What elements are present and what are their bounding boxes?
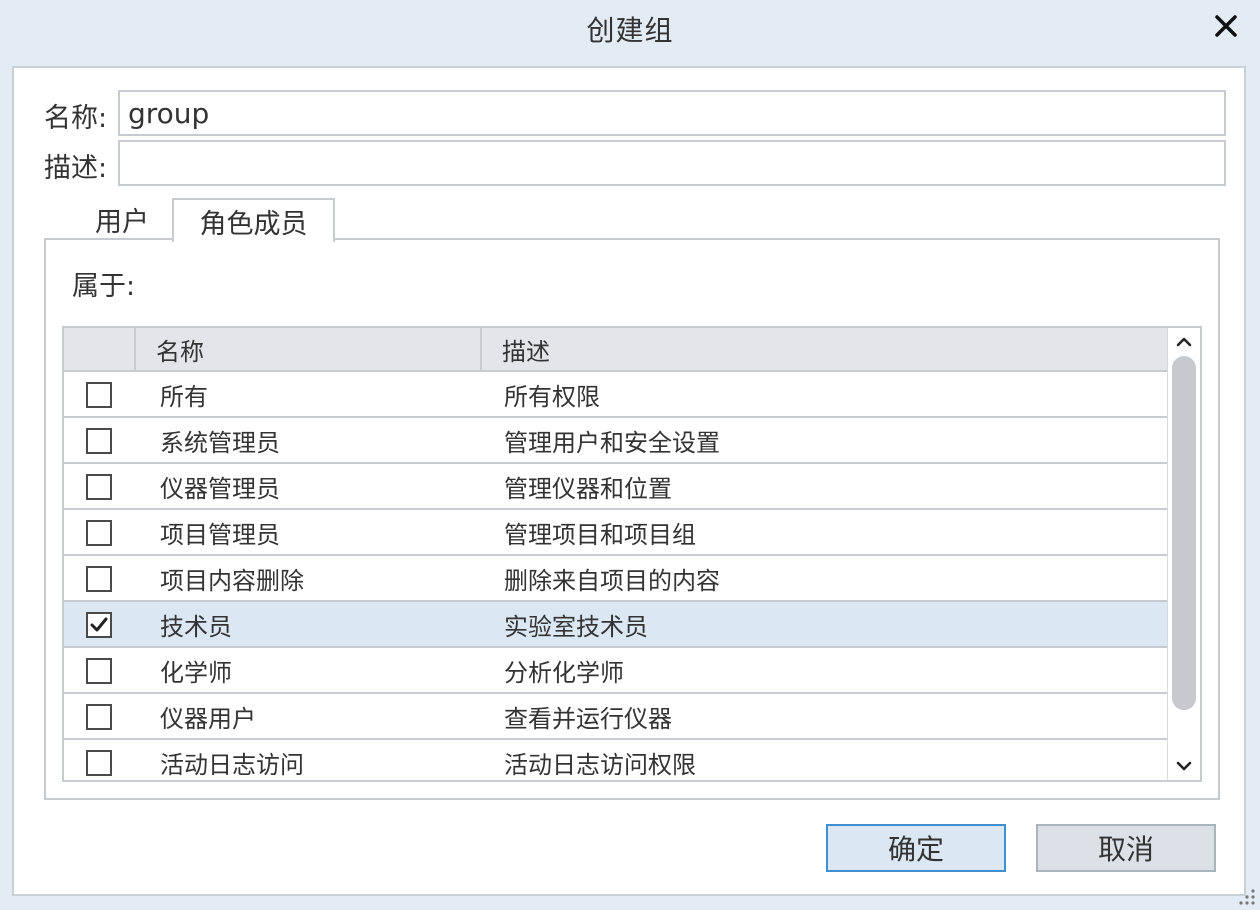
dialog-title: 创建组 bbox=[586, 14, 674, 47]
description-label: 描述: bbox=[44, 153, 108, 184]
role-description-cell: 活动日志访问权限 bbox=[504, 750, 696, 779]
close-button[interactable] bbox=[1210, 10, 1242, 42]
scroll-up-button[interactable] bbox=[1168, 328, 1200, 356]
scrollbar-thumb[interactable] bbox=[1172, 356, 1196, 710]
name-label: 名称: bbox=[44, 103, 108, 134]
role-members-panel: 属于: 名称 描述 所有 所有权限系统管理员 管理用户和安全设置仪器管理员 管理仪器和… bbox=[44, 238, 1220, 800]
name-input[interactable] bbox=[118, 90, 1226, 136]
table-row[interactable]: 项目内容删除 删除来自项目的内容 bbox=[64, 556, 1170, 602]
dialog-titlebar: 创建组 bbox=[0, 0, 1260, 58]
table-body: 所有 所有权限系统管理员 管理用户和安全设置仪器管理员 管理仪器和位置项目管理员 管理项… bbox=[64, 372, 1170, 780]
chevron-down-icon bbox=[1176, 761, 1192, 771]
cancel-button[interactable]: 取消 bbox=[1036, 824, 1216, 872]
role-description-cell: 管理用户和安全设置 bbox=[504, 428, 720, 457]
belongs-to-label: 属于: bbox=[72, 271, 136, 302]
role-description-cell: 所有权限 bbox=[504, 382, 600, 411]
close-icon bbox=[1215, 15, 1237, 37]
role-description-cell: 删除来自项目的内容 bbox=[504, 566, 720, 595]
role-name-cell: 所有 bbox=[160, 382, 208, 411]
role-name-cell: 活动日志访问 bbox=[160, 750, 304, 779]
dialog-body: 名称: 描述: 用户 角色成员 属于: 名称 描述 所有 所有权限系统管理员 管理用… bbox=[12, 66, 1246, 896]
role-name-cell: 项目内容删除 bbox=[160, 566, 304, 595]
table-row[interactable]: 项目管理员 管理项目和项目组 bbox=[64, 510, 1170, 556]
row-checkbox[interactable] bbox=[86, 474, 112, 500]
vertical-scrollbar[interactable] bbox=[1167, 328, 1200, 780]
table-row[interactable]: 化学师 分析化学师 bbox=[64, 648, 1170, 694]
row-checkbox[interactable] bbox=[86, 382, 112, 408]
table-header: 名称 描述 bbox=[64, 328, 1170, 372]
scroll-down-button[interactable] bbox=[1168, 752, 1200, 780]
create-group-dialog: 创建组 名称: 描述: 用户 角色成员 属于: 名称 描述 所有 所有权限系统管理… bbox=[0, 0, 1260, 910]
table-row[interactable]: 系统管理员 管理用户和安全设置 bbox=[64, 418, 1170, 464]
description-input[interactable] bbox=[118, 140, 1226, 186]
table-row[interactable]: 仪器用户 查看并运行仪器 bbox=[64, 694, 1170, 740]
tab-role-members[interactable]: 角色成员 bbox=[172, 198, 335, 242]
column-header-select[interactable] bbox=[64, 328, 136, 370]
role-name-cell: 系统管理员 bbox=[160, 428, 280, 457]
table-row[interactable]: 活动日志访问 活动日志访问权限 bbox=[64, 740, 1170, 780]
row-checkbox[interactable] bbox=[86, 750, 112, 776]
role-name-cell: 化学师 bbox=[160, 658, 232, 687]
role-description-cell: 管理项目和项目组 bbox=[504, 520, 696, 549]
role-name-cell: 仪器管理员 bbox=[160, 474, 280, 503]
ok-button[interactable]: 确定 bbox=[826, 824, 1006, 872]
tab-users[interactable]: 用户 bbox=[74, 198, 170, 240]
role-name-cell: 技术员 bbox=[160, 612, 232, 641]
column-header-name[interactable]: 名称 bbox=[136, 328, 482, 370]
row-checkbox[interactable] bbox=[86, 566, 112, 592]
role-description-cell: 实验室技术员 bbox=[504, 612, 648, 641]
role-name-cell: 仪器用户 bbox=[160, 704, 256, 733]
role-description-cell: 分析化学师 bbox=[504, 658, 624, 687]
table-row[interactable]: 所有 所有权限 bbox=[64, 372, 1170, 418]
table-row[interactable]: 仪器管理员 管理仪器和位置 bbox=[64, 464, 1170, 510]
row-checkbox[interactable] bbox=[86, 428, 112, 454]
chevron-up-icon bbox=[1176, 337, 1192, 347]
row-checkbox[interactable] bbox=[86, 658, 112, 684]
role-description-cell: 查看并运行仪器 bbox=[504, 704, 672, 733]
column-header-description[interactable]: 描述 bbox=[482, 328, 1170, 370]
resize-grip-icon[interactable] bbox=[1234, 884, 1256, 906]
row-checkbox[interactable] bbox=[86, 520, 112, 546]
role-name-cell: 项目管理员 bbox=[160, 520, 280, 549]
checkmark-icon bbox=[90, 617, 108, 632]
row-checkbox[interactable] bbox=[86, 612, 112, 638]
roles-table: 名称 描述 所有 所有权限系统管理员 管理用户和安全设置仪器管理员 管理仪器和位置项目… bbox=[62, 326, 1202, 782]
role-description-cell: 管理仪器和位置 bbox=[504, 474, 672, 503]
row-checkbox[interactable] bbox=[86, 704, 112, 730]
table-row[interactable]: 技术员 实验室技术员 bbox=[64, 602, 1170, 648]
